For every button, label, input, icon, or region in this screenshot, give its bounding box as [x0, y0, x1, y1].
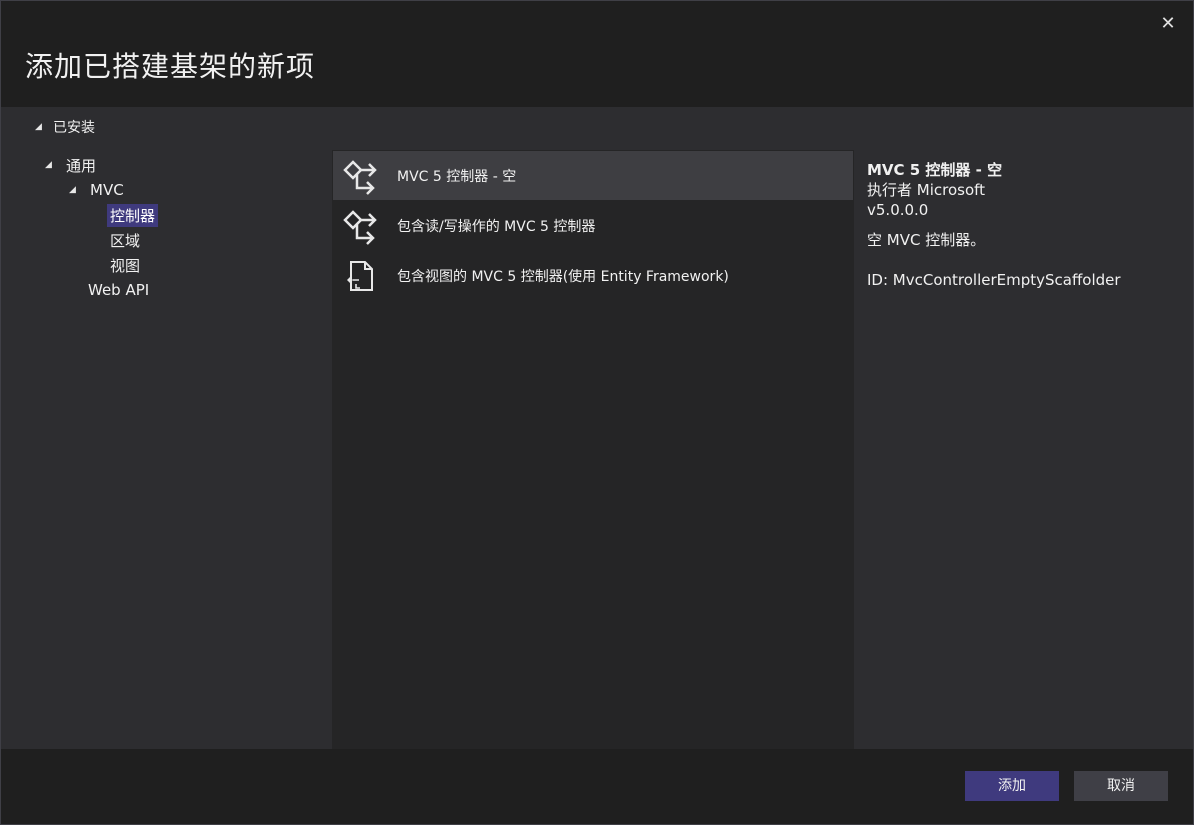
installed-label: 已安装 — [53, 120, 95, 136]
tree-node-controller[interactable]: 控制器 — [107, 203, 159, 227]
tree-node-view[interactable]: 视图 — [107, 254, 143, 276]
scaffold-dialog: 添加已搭建基架的新项 ✕ ◢ 已安装 ◢ 通用 ◢ MVC 控制器 区域 视图 — [0, 0, 1194, 825]
tree-label-controller: 控制器 — [107, 203, 159, 227]
cancel-button[interactable]: 取消 — [1074, 771, 1168, 801]
details-id: ID: MvcControllerEmptyScaffolder — [867, 271, 1121, 289]
template-item-mvc5-views-ef[interactable]: 包含视图的 MVC 5 控制器(使用 Entity Framework) — [333, 251, 853, 300]
template-list: MVC 5 控制器 - 空 包含读/写操作的 MVC 5 控制器 包含视图的 M… — [332, 150, 854, 749]
controller-icon — [343, 209, 377, 245]
controller-icon — [343, 159, 377, 195]
tree-node-webapi[interactable]: Web API — [85, 279, 152, 301]
dialog-footer: 添加 取消 — [1, 749, 1193, 824]
template-label: 包含读/写操作的 MVC 5 控制器 — [397, 218, 596, 235]
details-author: 执行者 Microsoft — [867, 181, 986, 199]
template-label: 包含视图的 MVC 5 控制器(使用 Entity Framework) — [397, 268, 729, 285]
tree-node-general[interactable]: ◢ 通用 — [45, 154, 99, 176]
tree-label-general: 通用 — [66, 156, 97, 175]
dialog-body: ◢ 已安装 ◢ 通用 ◢ MVC 控制器 区域 视图 Web API MVC 5… — [1, 107, 1193, 749]
template-item-mvc5-readwrite[interactable]: 包含读/写操作的 MVC 5 控制器 — [333, 201, 853, 250]
details-version: v5.0.0.0 — [867, 201, 929, 219]
collapse-triangle-icon[interactable]: ◢ — [45, 160, 54, 170]
dialog-title: 添加已搭建基架的新项 — [25, 50, 316, 83]
view-controller-icon — [347, 260, 373, 291]
tree-label-area: 区域 — [110, 231, 141, 250]
tree-node-mvc[interactable]: ◢ MVC — [69, 179, 127, 201]
tree-label-view: 视图 — [110, 256, 141, 275]
tree-label-mvc: MVC — [90, 181, 124, 199]
details-name: MVC 5 控制器 - 空 — [867, 161, 1003, 179]
template-label: MVC 5 控制器 - 空 — [397, 168, 517, 185]
details-description: 空 MVC 控制器。 — [867, 231, 986, 249]
collapse-triangle-icon[interactable]: ◢ — [35, 122, 44, 132]
template-item-mvc5-empty[interactable]: MVC 5 控制器 - 空 — [333, 151, 853, 200]
add-button[interactable]: 添加 — [965, 771, 1059, 801]
collapse-triangle-icon[interactable]: ◢ — [69, 185, 78, 195]
tree-label-webapi: Web API — [88, 281, 150, 299]
close-icon[interactable]: ✕ — [1157, 13, 1179, 35]
installed-header[interactable]: ◢ 已安装 — [35, 117, 95, 137]
tree-node-area[interactable]: 区域 — [107, 229, 143, 251]
details-panel: MVC 5 控制器 - 空 执行者 Microsoft v5.0.0.0 空 M… — [867, 160, 1167, 290]
